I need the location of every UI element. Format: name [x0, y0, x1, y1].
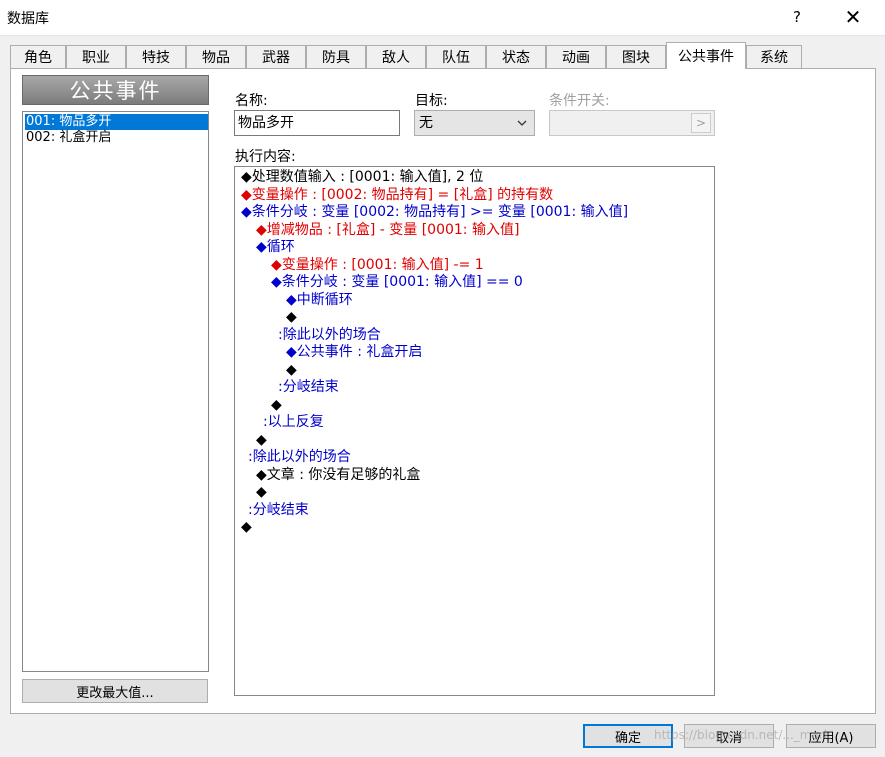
- change-max-button[interactable]: 更改最大值...: [22, 679, 208, 703]
- target-value: 无: [419, 115, 433, 131]
- name-label: 名称:: [235, 93, 268, 109]
- tab-actors[interactable]: 角色: [10, 45, 66, 68]
- command-line[interactable]: ◆变量操作 : [0001: 输入值] -= 1: [271, 257, 484, 274]
- tab-system[interactable]: 系统: [746, 45, 802, 68]
- tab-weapons[interactable]: 武器: [246, 45, 306, 68]
- window-title: 数据库: [7, 11, 49, 27]
- command-line[interactable]: ◆变量操作 : [0002: 物品持有] = [礼盒] 的持有数: [241, 187, 553, 204]
- command-line[interactable]: :以上反复: [263, 414, 324, 431]
- tab-label: 图块: [622, 50, 650, 66]
- command-line[interactable]: ◆: [241, 519, 252, 536]
- command-line[interactable]: ◆: [286, 309, 297, 326]
- common-event-list[interactable]: 001: 物品多开 002: 礼盒开启: [22, 111, 209, 672]
- tab-label: 公共事件: [678, 49, 734, 65]
- tab-label: 角色: [24, 50, 52, 66]
- command-line[interactable]: :分岐结束: [248, 502, 309, 519]
- command-line[interactable]: :除此以外的场合: [248, 449, 351, 466]
- command-line[interactable]: ◆文章 : 你没有足够的礼盒: [256, 467, 420, 484]
- command-line[interactable]: ◆条件分岐 : 变量 [0001: 输入值] == 0: [271, 274, 523, 291]
- command-line[interactable]: ◆增减物品 : [礼盒] - 变量 [0001: 输入值]: [256, 222, 519, 239]
- command-line[interactable]: ◆处理数值输入 : [0001: 输入值], 2 位: [241, 169, 483, 186]
- tab-items[interactable]: 物品: [186, 45, 246, 68]
- command-line[interactable]: ◆: [286, 362, 297, 379]
- tab-label: 防具: [322, 50, 350, 66]
- name-input[interactable]: 物品多开: [234, 110, 400, 136]
- command-line[interactable]: ◆: [256, 432, 267, 449]
- help-icon: ?: [793, 8, 801, 26]
- event-command-list[interactable]: ◆处理数值输入 : [0001: 输入值], 2 位 ◆变量操作 : [0002…: [234, 166, 715, 696]
- tab-label: 系统: [760, 50, 788, 66]
- command-line[interactable]: :分岐结束: [278, 379, 339, 396]
- tab-label: 特技: [142, 50, 170, 66]
- target-select[interactable]: 无: [414, 110, 535, 136]
- content-label: 执行内容:: [235, 149, 296, 165]
- tab-label: 武器: [262, 50, 290, 66]
- command-line[interactable]: ◆: [271, 397, 282, 414]
- tab-label: 敌人: [382, 50, 410, 66]
- list-item[interactable]: 002: 礼盒开启: [25, 130, 208, 146]
- chevron-right-icon: >: [691, 113, 711, 133]
- tab-skills[interactable]: 特技: [126, 45, 186, 68]
- list-item[interactable]: 001: 物品多开: [25, 114, 208, 130]
- command-line[interactable]: ◆: [256, 484, 267, 501]
- target-label: 目标:: [415, 93, 448, 109]
- tab-label: 动画: [562, 50, 590, 66]
- tab-label: 职业: [82, 50, 110, 66]
- tab-label: 状态: [502, 50, 530, 66]
- close-button[interactable]: ✕: [830, 0, 876, 34]
- tab-tilesets[interactable]: 图块: [606, 45, 666, 68]
- tab-classes[interactable]: 职业: [66, 45, 126, 68]
- list-header: 公共事件: [22, 75, 209, 105]
- tab-common-events[interactable]: 公共事件: [666, 42, 746, 69]
- tab-states[interactable]: 状态: [486, 45, 546, 68]
- tab-label: 物品: [202, 50, 230, 66]
- title-bar: 数据库 ? ✕: [0, 0, 885, 36]
- command-line[interactable]: :除此以外的场合: [278, 327, 381, 344]
- tab-troops[interactable]: 队伍: [426, 45, 486, 68]
- tab-animations[interactable]: 动画: [546, 45, 606, 68]
- condition-switch-field: >: [549, 110, 715, 136]
- tab-enemies[interactable]: 敌人: [366, 45, 426, 68]
- chevron-down-icon: [516, 111, 528, 143]
- command-line[interactable]: ◆中断循环: [286, 292, 353, 309]
- watermark-text: https://blog.csdn.net/..._mark: [654, 728, 831, 742]
- command-line[interactable]: ◆公共事件 : 礼盒开启: [286, 344, 422, 361]
- tab-label: 队伍: [442, 50, 470, 66]
- tab-armors[interactable]: 防具: [306, 45, 366, 68]
- help-button[interactable]: ?: [774, 0, 820, 34]
- command-line[interactable]: ◆循环: [256, 239, 295, 256]
- close-icon: ✕: [844, 5, 862, 29]
- command-line[interactable]: ◆条件分岐 : 变量 [0002: 物品持有] >= 变量 [0001: 输入值…: [241, 204, 628, 221]
- condition-switch-label: 条件开关:: [549, 93, 610, 109]
